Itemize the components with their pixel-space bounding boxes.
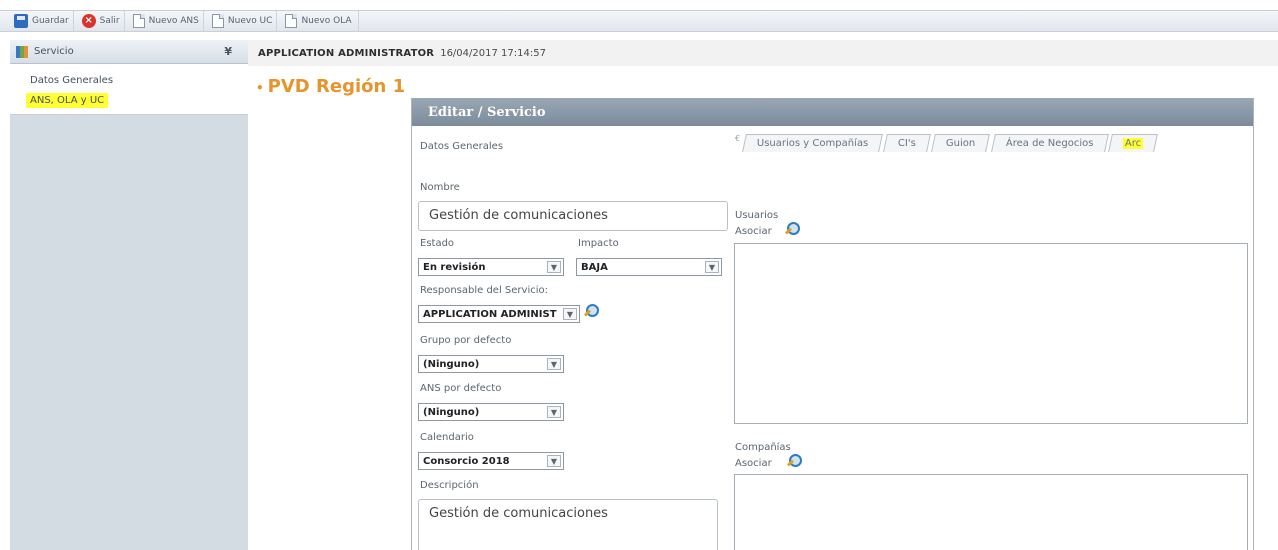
tab-guion[interactable]: Guion <box>931 134 991 152</box>
calendario-value: Consorcio 2018 <box>423 455 510 467</box>
toolbar-strip: Guardar × Salir Nuevo ANS Nuevo UC Nuevo… <box>0 10 1278 32</box>
grupo-label: Grupo por defecto <box>420 335 512 346</box>
search-icon[interactable] <box>786 222 800 236</box>
companias-label: Compañías <box>735 442 791 453</box>
sidebar-title: Servicio <box>34 46 74 57</box>
tab-label: Guion <box>946 138 976 149</box>
save-icon <box>14 14 28 28</box>
collapse-icon[interactable]: ¥ <box>224 45 232 58</box>
new-uc-label: Nuevo UC <box>227 16 273 26</box>
new-document-icon <box>211 14 224 28</box>
chevron-down-icon[interactable]: ▼ <box>563 308 577 320</box>
responsable-select[interactable]: APPLICATION ADMINIST ▼ <box>418 305 580 323</box>
responsable-value: APPLICATION ADMINIST <box>423 308 557 320</box>
chevron-down-icon[interactable]: ▼ <box>547 406 561 418</box>
sidebar-item-label: ANS, OLA y UC <box>26 92 109 108</box>
chevron-down-icon[interactable]: ▼ <box>547 455 561 467</box>
user-bar: APPLICATION ADMINISTRATOR 16/04/2017 17:… <box>248 40 1278 66</box>
page-title: • PVD Región 1 <box>256 76 405 97</box>
search-icon[interactable] <box>788 454 802 468</box>
new-ola-button[interactable]: Nuevo OLA <box>281 11 359 31</box>
sidebar-item-datos-generales[interactable]: Datos Generales <box>10 70 248 90</box>
sidebar-header[interactable]: Servicio ¥ <box>10 40 248 64</box>
sidebar-list: Datos Generales ANS, OLA y UC <box>10 64 248 115</box>
exit-label: Salir <box>99 16 120 26</box>
panel-header: Editar / Servicio <box>412 98 1253 126</box>
impacto-value: BAJA <box>581 261 608 273</box>
sidebar-item-label: Datos Generales <box>30 74 114 86</box>
tab-label: Arc <box>1123 138 1144 149</box>
tab-archivos[interactable]: Arc <box>1108 134 1159 152</box>
chevron-down-icon[interactable]: ▼ <box>547 261 561 273</box>
ans-select[interactable]: (Ninguno) ▼ <box>418 403 564 421</box>
session-datetime: 16/04/2017 17:14:57 <box>440 47 546 59</box>
impacto-label: Impacto <box>578 238 619 249</box>
grupo-value: (Ninguno) <box>423 358 480 370</box>
close-icon: × <box>81 14 96 28</box>
tab-usuarios-companias[interactable]: Usuarios y Compañías <box>742 134 884 152</box>
companias-list[interactable] <box>734 474 1248 550</box>
estado-label: Estado <box>420 238 455 249</box>
service-icon <box>16 45 28 58</box>
save-label: Guardar <box>32 16 69 26</box>
exit-button[interactable]: × Salir <box>78 11 125 31</box>
title-bullet: • <box>256 81 264 95</box>
tab-area-negocios[interactable]: Área de Negocios <box>990 134 1109 152</box>
descripcion-textarea[interactable]: Gestión de comunicaciones <box>418 499 718 550</box>
tab-cis[interactable]: CI's <box>883 134 932 152</box>
estado-value: En revisión <box>423 261 486 273</box>
ans-value: (Ninguno) <box>423 406 480 418</box>
section-label: Datos Generales <box>420 141 504 152</box>
tab-label: Área de Negocios <box>1005 138 1094 149</box>
tab-label: CI's <box>898 138 917 149</box>
companias-associate-link[interactable]: Asociar <box>735 458 772 469</box>
tab-bar: € Usuarios y Compañías CI's Guion Área d… <box>735 134 1160 152</box>
sidebar: Servicio ¥ Datos Generales ANS, OLA y UC <box>10 40 248 550</box>
usuarios-associate-link[interactable]: Asociar <box>735 226 772 237</box>
sidebar-item-ans-ola-uc[interactable]: ANS, OLA y UC <box>10 90 248 110</box>
page-title-text: PVD Región 1 <box>267 76 406 97</box>
tab-label: Usuarios y Compañías <box>756 138 869 149</box>
grupo-select[interactable]: (Ninguno) ▼ <box>418 355 564 373</box>
ans-label: ANS por defecto <box>420 383 502 394</box>
new-ans-button[interactable]: Nuevo ANS <box>129 11 204 31</box>
tab-bar-mark: € <box>735 134 741 143</box>
calendario-select[interactable]: Consorcio 2018 ▼ <box>418 452 564 470</box>
usuarios-list[interactable] <box>734 243 1248 424</box>
new-ola-label: Nuevo OLA <box>301 16 352 26</box>
responsable-label: Responsable del Servicio: <box>420 285 548 296</box>
new-ans-label: Nuevo ANS <box>148 16 199 26</box>
chevron-down-icon[interactable]: ▼ <box>547 358 561 370</box>
descripcion-label: Descripción <box>420 480 479 491</box>
chevron-down-icon[interactable]: ▼ <box>705 261 719 273</box>
calendario-label: Calendario <box>420 432 474 443</box>
new-document-icon <box>132 14 145 28</box>
usuarios-label: Usuarios <box>735 210 779 221</box>
impacto-select[interactable]: BAJA ▼ <box>576 258 722 276</box>
nombre-input[interactable]: Gestión de comunicaciones <box>418 201 728 231</box>
estado-select[interactable]: En revisión ▼ <box>418 258 564 276</box>
search-icon[interactable] <box>585 304 599 318</box>
new-uc-button[interactable]: Nuevo UC <box>208 11 278 31</box>
user-name: APPLICATION ADMINISTRATOR <box>258 47 435 59</box>
save-button[interactable]: Guardar <box>10 11 74 31</box>
toolbar: Guardar × Salir Nuevo ANS Nuevo UC Nuevo… <box>0 0 1278 36</box>
nombre-label: Nombre <box>420 182 460 193</box>
new-document-icon <box>285 14 298 28</box>
